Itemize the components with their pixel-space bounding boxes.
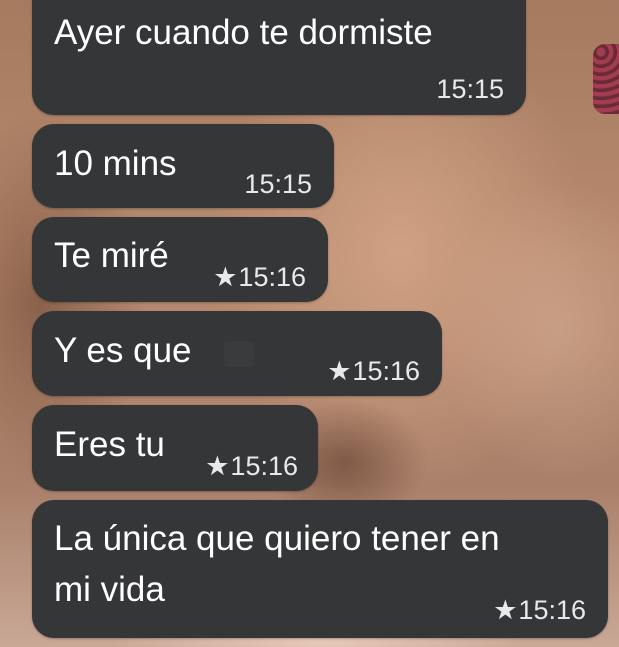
message-text-1: Ayer cuando te dormiste [54,13,433,52]
message-time-value-4: 15:16 [352,356,420,386]
star-icon: ★ [493,595,518,625]
message-bubble-4[interactable]: Y es que ★ 15:16 [32,311,442,396]
message-text-6-line-2: mi vida [54,570,165,609]
message-bubble-5[interactable]: Eres tu ★ 15:16 [32,405,318,491]
star-icon: ★ [205,451,230,481]
message-time-value-1: 15:15 [436,74,504,104]
chat-screen: Ayer cuando te dormiste 15:15 10 mins 15… [0,0,619,647]
message-time-value-3: 15:16 [238,262,306,292]
message-bubble-6[interactable]: La única que quiero tener en mi vida ★ 1… [32,500,608,638]
message-bubble-3[interactable]: Te miré ★ 15:16 [32,217,328,302]
star-icon: ★ [213,262,238,292]
message-time-5: ★ 15:16 [205,451,298,481]
message-text-4: Y es que [54,331,192,370]
bracelet-detail [593,44,619,114]
message-time-4: ★ 15:16 [327,356,420,386]
message-time-2: 15:15 [244,169,312,199]
message-bubble-2[interactable]: 10 mins 15:15 [32,124,334,208]
message-time-1: 15:15 [436,74,504,104]
message-time-value-5: 15:16 [230,451,298,481]
message-bubble-1[interactable]: Ayer cuando te dormiste 15:15 [32,0,526,115]
message-text-6-line-1: La única que quiero tener en [54,519,500,558]
message-time-6: ★ 15:16 [493,595,586,625]
message-text-3: Te miré [54,236,169,275]
message-text-2: 10 mins [54,144,177,183]
redacted-emoji [224,341,254,367]
message-time-value-6: 15:16 [518,595,586,625]
message-time-value-2: 15:15 [244,169,312,199]
star-icon: ★ [327,356,352,386]
message-time-3: ★ 15:16 [213,262,306,292]
message-text-5: Eres tu [54,425,165,464]
